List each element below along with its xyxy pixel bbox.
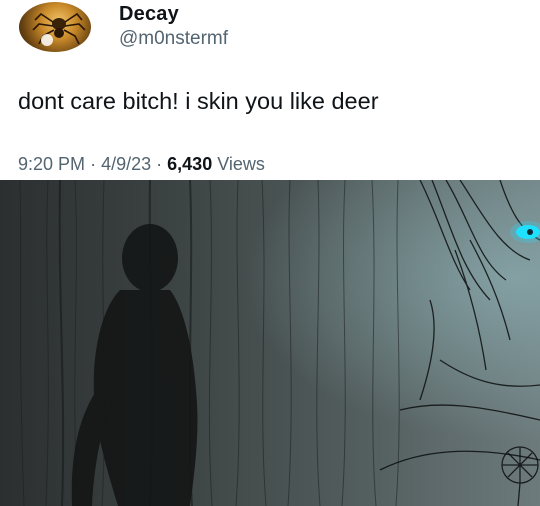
tweet-text: dont care bitch! i skin you like deer: [18, 88, 379, 114]
dark-illustration-image: [0, 180, 540, 506]
meta-separator: ·: [156, 154, 163, 174]
views-label: Views: [217, 154, 265, 174]
display-name[interactable]: Decay: [119, 3, 179, 26]
tweet-date[interactable]: 4/9/23: [101, 154, 151, 174]
user-handle[interactable]: @m0nstermf: [119, 28, 228, 50]
spider-avatar-icon: [32, 12, 86, 46]
tweet-time[interactable]: 9:20 PM: [18, 154, 85, 174]
tweet-meta: 9:20 PM · 4/9/23 · 6,430 Views: [18, 154, 265, 175]
views-count: 6,430: [167, 154, 213, 174]
tweet-card: Decay @m0nstermf dont care bitch! i skin…: [0, 0, 540, 180]
meta-separator: ·: [90, 154, 97, 174]
avatar[interactable]: [19, 2, 91, 52]
tweet-media-image[interactable]: [0, 180, 540, 506]
